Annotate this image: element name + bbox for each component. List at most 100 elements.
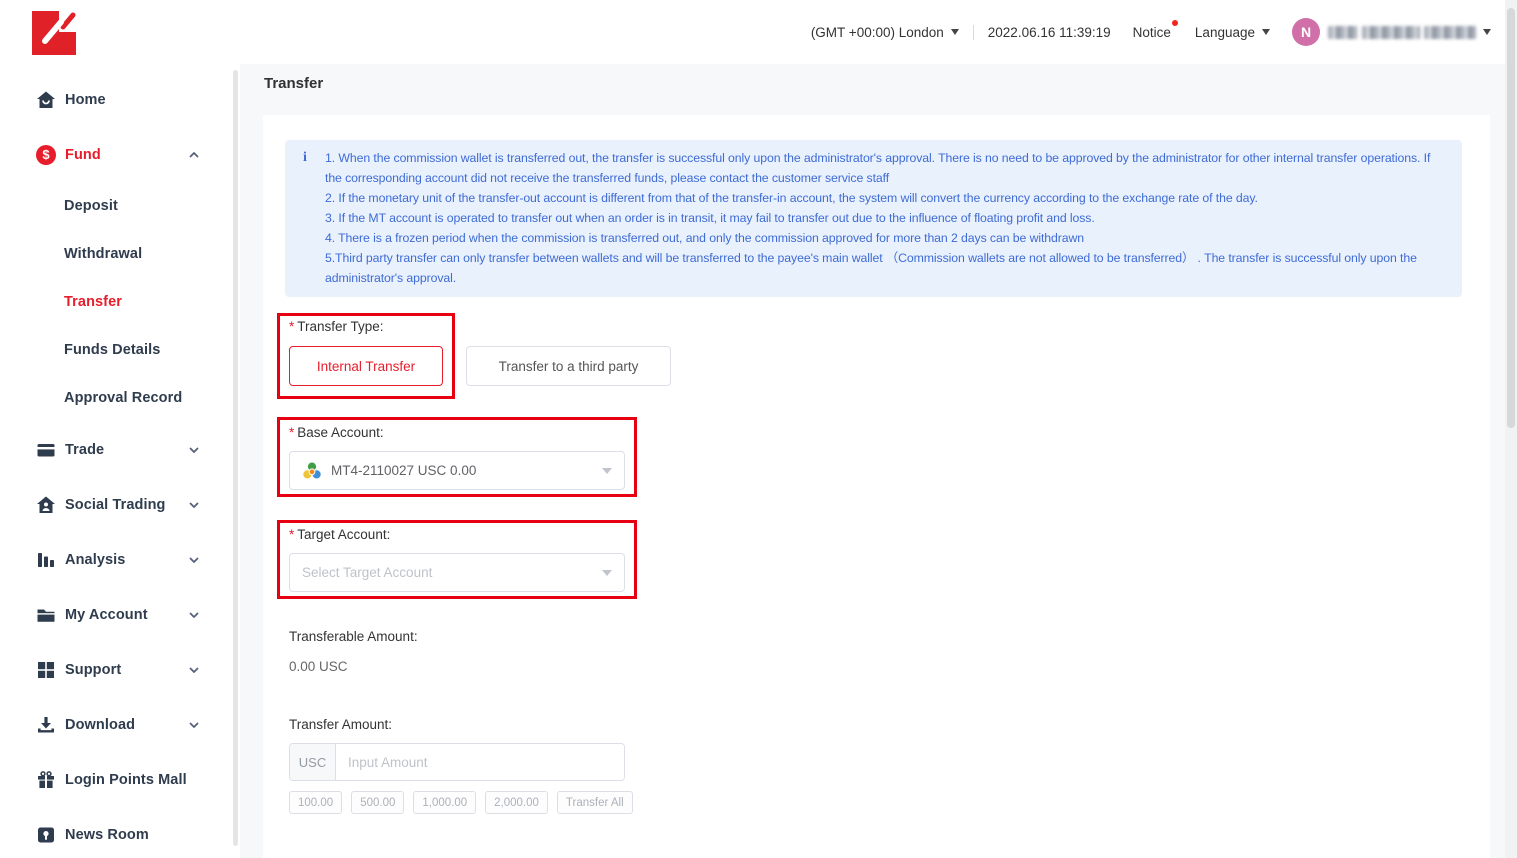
- mt4-platform-icon: [302, 461, 322, 481]
- gift-icon: [36, 770, 56, 790]
- sidebar-item-label: Withdrawal: [64, 246, 142, 262]
- sidebar-item-deposit[interactable]: Deposit: [0, 182, 240, 230]
- transfer-amount-input-group: USC: [289, 743, 625, 781]
- sidebar-item-download[interactable]: Download: [0, 697, 240, 752]
- notice-line: 2. If the monetary unit of the transfer-…: [325, 188, 1448, 208]
- sidebar-item-approval-record[interactable]: Approval Record: [0, 374, 240, 422]
- notice-box: i 1. When the commission wallet is trans…: [285, 140, 1462, 297]
- sidebar-item-label: Social Trading: [65, 497, 166, 513]
- base-account-value: MT4-2110027 USC 0.00: [331, 463, 476, 478]
- caret-down-icon: [951, 29, 959, 35]
- sidebar-item-home[interactable]: Home: [0, 72, 240, 127]
- main-area: (GMT +00:00) London 2022.06.16 11:39:19 …: [240, 0, 1505, 858]
- page-title: Transfer: [264, 75, 323, 92]
- language-label: Language: [1195, 25, 1255, 40]
- sidebar-item-label: My Account: [65, 607, 148, 623]
- notice-label: Notice: [1133, 25, 1171, 40]
- select-caret-icon: [602, 468, 612, 474]
- base-account-select[interactable]: MT4-2110027 USC 0.00: [289, 451, 625, 490]
- my-account-icon: [36, 605, 56, 625]
- sidebar-item-fund[interactable]: $ Fund: [0, 127, 240, 182]
- analysis-icon: [36, 550, 56, 570]
- sidebar-item-analysis[interactable]: Analysis: [0, 532, 240, 587]
- sidebar-item-my-account[interactable]: My Account: [0, 587, 240, 642]
- sidebar-item-label: Deposit: [64, 198, 118, 214]
- brand-logo-icon[interactable]: [32, 11, 88, 55]
- transfer-all-button[interactable]: Transfer All: [557, 791, 633, 814]
- notice-link[interactable]: Notice: [1133, 25, 1171, 40]
- target-account-label: *Target Account:: [289, 527, 390, 542]
- sidebar-item-label: Download: [65, 717, 135, 733]
- sidebar-item-transfer[interactable]: Transfer: [0, 278, 240, 326]
- third-party-transfer-button[interactable]: Transfer to a third party: [466, 346, 671, 386]
- sidebar-item-login-points-mall[interactable]: Login Points Mall: [0, 752, 240, 807]
- chevron-down-icon: [188, 499, 200, 511]
- amount-input[interactable]: [336, 744, 624, 780]
- transferable-amount-label: Transferable Amount:: [289, 629, 418, 644]
- sidebar-item-label: Analysis: [65, 552, 125, 568]
- target-account-select[interactable]: Select Target Account: [289, 553, 625, 592]
- base-account-label: *Base Account:: [289, 425, 384, 440]
- page-scrollbar-thumb[interactable]: [1507, 8, 1515, 428]
- fund-icon: $: [36, 145, 56, 165]
- chevron-down-icon: [188, 554, 200, 566]
- transferable-amount-value: 0.00 USC: [289, 659, 348, 674]
- chevron-up-icon: [188, 149, 200, 161]
- sidebar-item-label: Home: [65, 92, 106, 108]
- quick-amount-row: 100.00 500.00 1,000.00 2,000.00 Transfer…: [289, 791, 633, 814]
- timezone-label: (GMT +00:00) London: [811, 25, 944, 40]
- download-icon: [36, 715, 56, 735]
- currency-prefix: USC: [290, 744, 336, 780]
- user-name-redacted: [1328, 26, 1476, 39]
- app-window: Home $ Fund Deposit Withdrawal Transfer …: [0, 0, 1517, 858]
- sidebar-item-social-trading[interactable]: Social Trading: [0, 477, 240, 532]
- chevron-down-icon: [188, 444, 200, 456]
- sidebar-item-label: Support: [65, 662, 121, 678]
- social-trading-icon: [36, 495, 56, 515]
- sidebar-scrollbar[interactable]: [233, 70, 238, 846]
- home-icon: [36, 90, 56, 110]
- notice-line: 3. If the MT account is operated to tran…: [325, 208, 1448, 228]
- notice-unread-dot: [1172, 20, 1178, 26]
- user-avatar[interactable]: N: [1292, 18, 1320, 46]
- notice-line: 5.Third party transfer can only transfer…: [325, 248, 1448, 288]
- user-menu[interactable]: [1328, 26, 1491, 39]
- caret-down-icon: [1262, 29, 1270, 35]
- target-account-placeholder: Select Target Account: [302, 565, 432, 580]
- sidebar-item-news-room[interactable]: News Room: [0, 807, 240, 858]
- quick-amount-button[interactable]: 1,000.00: [413, 791, 476, 814]
- quick-amount-button[interactable]: 100.00: [289, 791, 342, 814]
- quick-amount-button[interactable]: 500.00: [351, 791, 404, 814]
- sidebar-item-funds-details[interactable]: Funds Details: [0, 326, 240, 374]
- sidebar-item-label: Login Points Mall: [65, 772, 187, 788]
- topbar-divider: [973, 25, 974, 40]
- sidebar-item-label: Transfer: [64, 294, 122, 310]
- chevron-down-icon: [188, 719, 200, 731]
- sidebar-nav: Home $ Fund Deposit Withdrawal Transfer …: [0, 72, 240, 858]
- transfer-amount-label: Transfer Amount:: [289, 717, 392, 732]
- chevron-down-icon: [188, 609, 200, 621]
- caret-down-icon: [1483, 29, 1491, 35]
- sidebar-item-label: Funds Details: [64, 342, 160, 358]
- sidebar-item-support[interactable]: Support: [0, 642, 240, 697]
- select-caret-icon: [602, 570, 612, 576]
- sidebar-item-label: Fund: [65, 147, 101, 163]
- language-dropdown[interactable]: Language: [1195, 25, 1270, 40]
- sidebar-item-trade[interactable]: Trade: [0, 422, 240, 477]
- page-scrollbar-track: [1505, 0, 1517, 858]
- sidebar-item-withdrawal[interactable]: Withdrawal: [0, 230, 240, 278]
- timezone-dropdown[interactable]: (GMT +00:00) London: [811, 25, 959, 40]
- topbar: (GMT +00:00) London 2022.06.16 11:39:19 …: [240, 0, 1505, 64]
- info-icon: i: [303, 148, 307, 168]
- internal-transfer-button[interactable]: Internal Transfer: [289, 346, 443, 386]
- server-datetime: 2022.06.16 11:39:19: [988, 25, 1111, 40]
- avatar-initial: N: [1301, 24, 1311, 40]
- news-room-icon: [36, 825, 56, 845]
- chevron-down-icon: [188, 664, 200, 676]
- notice-line: 1. When the commission wallet is transfe…: [325, 148, 1448, 188]
- quick-amount-button[interactable]: 2,000.00: [485, 791, 548, 814]
- trade-icon: [36, 440, 56, 460]
- support-icon: [36, 660, 56, 680]
- transfer-type-label: *Transfer Type:: [289, 319, 384, 334]
- transfer-card: i 1. When the commission wallet is trans…: [263, 115, 1490, 858]
